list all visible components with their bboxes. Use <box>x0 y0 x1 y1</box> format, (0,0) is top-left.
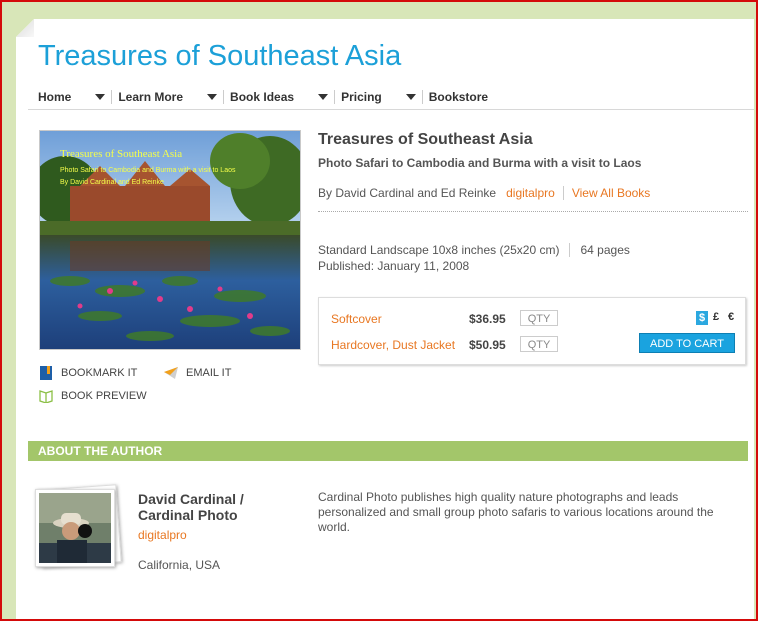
nav-bookstore-label: Bookstore <box>428 90 489 104</box>
currency-usd[interactable]: $ <box>696 311 709 325</box>
nav-home-label: Home <box>38 90 72 104</box>
author-name-line1: David Cardinal / <box>138 491 244 507</box>
view-all-books-link[interactable]: View All Books <box>572 186 651 200</box>
add-to-cart-button[interactable]: ADD TO CART <box>639 333 735 353</box>
nav-divider <box>421 90 423 104</box>
nav-home[interactable]: Home <box>38 90 111 104</box>
hardcover-qty-input[interactable]: QTY <box>520 336 558 352</box>
cover-authors-text: By David Cardinal and Ed Reinke <box>60 179 164 186</box>
bookmark-icon <box>40 366 52 380</box>
email-icon <box>164 367 178 379</box>
byline-divider <box>562 186 564 200</box>
cover-photo <box>40 131 300 349</box>
page-curl-fold <box>16 19 34 37</box>
author-names: By David Cardinal and Ed Reinke <box>318 186 497 200</box>
open-book-icon <box>39 390 53 403</box>
about-author-heading: ABOUT THE AUTHOR <box>28 441 748 461</box>
author-photo-stack[interactable] <box>33 484 123 571</box>
nav-divider-line <box>28 109 754 110</box>
hardcover-price: $50.95 <box>469 338 506 352</box>
book-format: Standard Landscape 10x8 inches (25x20 cm… <box>318 243 560 257</box>
author-name-line2: Cardinal Photo <box>138 507 238 523</box>
softcover-qty-input[interactable]: QTY <box>520 310 558 326</box>
nav-pricing[interactable]: Pricing <box>341 90 422 104</box>
purchase-box: Softcover $36.95 QTY Hardcover, Dust Jac… <box>318 297 746 365</box>
nav-learn-more-label: Learn More <box>118 90 184 104</box>
author-name: David Cardinal / Cardinal Photo <box>138 491 244 523</box>
hardcover-option[interactable]: Hardcover, Dust Jacket <box>331 338 455 352</box>
nav-divider <box>334 90 336 104</box>
softcover-option[interactable]: Softcover <box>331 312 382 326</box>
nav-divider <box>223 90 225 104</box>
book-byline: By David Cardinal and Ed Reinke digitalp… <box>318 186 650 200</box>
author-location: California, USA <box>138 558 221 572</box>
publisher-link[interactable]: digitalpro <box>506 186 555 200</box>
nav-book-ideas[interactable]: Book Ideas <box>230 90 334 104</box>
nav-bookstore[interactable]: Bookstore <box>429 90 488 104</box>
book-title: Treasures of Southeast Asia <box>318 131 533 148</box>
cover-subtitle-text: Photo Safari to Cambodia and Burma with … <box>60 167 236 174</box>
chevron-down-icon[interactable] <box>405 94 416 100</box>
specs-divider <box>569 243 571 257</box>
main-nav: Home Learn More Book Ideas Pricing Books… <box>38 88 738 106</box>
email-it-link[interactable]: EMAIL IT <box>164 366 231 380</box>
bookmark-it-link[interactable]: BOOKMARK IT <box>39 366 137 380</box>
chevron-down-icon[interactable] <box>207 94 218 100</box>
currency-eur[interactable]: € <box>728 311 734 323</box>
cover-title-text: Treasures of Southeast Asia <box>60 148 183 160</box>
nav-learn-more[interactable]: Learn More <box>118 90 223 104</box>
photo-card-front <box>35 489 115 567</box>
currency-gbp[interactable]: £ <box>713 311 719 323</box>
book-preview-label: BOOK PREVIEW <box>61 390 147 402</box>
chevron-down-icon[interactable] <box>318 94 329 100</box>
bookmark-it-label: BOOKMARK IT <box>61 367 138 379</box>
book-specs: Standard Landscape 10x8 inches (25x20 cm… <box>318 243 630 273</box>
author-digitalpro-link[interactable]: digitalpro <box>138 528 187 542</box>
softcover-price: $36.95 <box>469 312 506 326</box>
nav-book-ideas-label: Book Ideas <box>230 90 295 104</box>
dotted-divider <box>318 211 748 212</box>
book-preview-link[interactable]: BOOK PREVIEW <box>39 389 147 403</box>
author-bio: Cardinal Photo publishes high quality na… <box>318 490 714 534</box>
book-published-date: Published: January 11, 2008 <box>318 259 470 273</box>
email-it-label: EMAIL IT <box>186 367 232 379</box>
nav-pricing-label: Pricing <box>341 90 382 104</box>
book-cover-image[interactable]: Treasures of Southeast Asia Photo Safari… <box>39 130 301 350</box>
site-title: Treasures of Southeast Asia <box>38 40 402 72</box>
nav-divider <box>111 90 113 104</box>
author-avatar <box>39 493 111 563</box>
book-page-count: 64 pages <box>580 243 630 257</box>
chevron-down-icon[interactable] <box>95 94 106 100</box>
book-subtitle: Photo Safari to Cambodia and Burma with … <box>318 156 642 170</box>
